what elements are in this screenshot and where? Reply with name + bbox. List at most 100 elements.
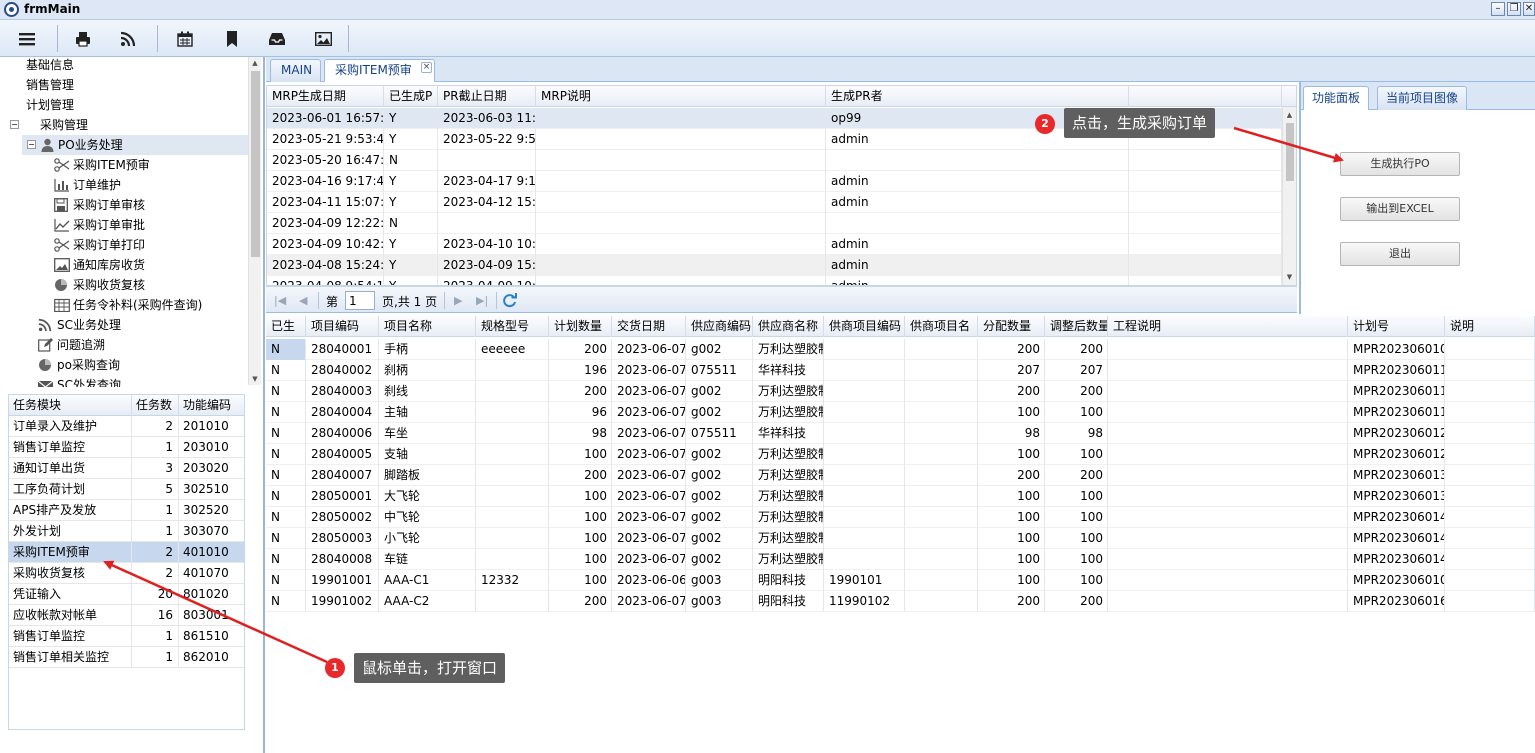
collapse-icon[interactable]: −	[10, 120, 19, 129]
tree-item-po-review[interactable]: 采购订单审核	[54, 195, 248, 215]
task-row[interactable]: 销售订单相关监控 1 862010	[9, 647, 244, 668]
tree-item-material-query[interactable]: 任务令补料(采购件查询)	[54, 295, 248, 315]
item-row[interactable]: N28040001手柄eeeeee2002023-06-07g002万利达塑胶制…	[266, 339, 1535, 360]
mrp-header-cell[interactable]: 已生成P	[384, 86, 438, 107]
tree-item-planning[interactable]: 计划管理	[4, 95, 248, 115]
item-row[interactable]: N28040005支轴1002023-06-07g002万利达塑胶制品10010…	[266, 444, 1535, 465]
page-number-input[interactable]	[345, 291, 375, 310]
mrp-row[interactable]: 2023-04-11 15:07:2 Y 2023-04-12 15:0 admin	[267, 192, 1282, 213]
tab-main[interactable]: MAIN	[270, 59, 321, 82]
item-header-cell[interactable]: 计划号	[1348, 316, 1445, 337]
task-row[interactable]: APS排产及发放 1 302520	[9, 500, 244, 521]
scroll-up-icon[interactable]: ▲	[249, 57, 261, 69]
printer-icon[interactable]	[73, 29, 93, 49]
task-row[interactable]: 采购收货复核 2 401070	[9, 563, 244, 584]
item-row[interactable]: N 28040002 刹柄 196 2023-06-07 075511 华祥科技 207 207…	[266, 360, 1535, 381]
minimize-icon[interactable]: –	[1491, 2, 1505, 16]
tree-item-sc-outsource-query[interactable]: SC外发查询	[37, 375, 248, 387]
item-row[interactable]: N28050003小飞轮1002023-06-07g002万利达塑胶制品1001…	[266, 528, 1535, 549]
task-row[interactable]: 凭证输入 20 801020	[9, 584, 244, 605]
mrp-row[interactable]: 2023-04-16 9:17:46 Y 2023-04-17 9:18 admin	[267, 171, 1282, 192]
task-row[interactable]: 通知订单出货 3 203020	[9, 458, 244, 479]
item-row[interactable]: N28050001大飞轮1002023-06-07g002万利达塑胶制品1001…	[266, 486, 1535, 507]
tree-item-receipt-recheck[interactable]: 采购收货复核	[54, 275, 248, 295]
mrp-scrollbar[interactable]: ▲ ▼	[1282, 107, 1296, 285]
tree-item-po-print[interactable]: 采购订单打印	[54, 235, 248, 255]
item-row[interactable]: N 28040006 车坐 98 2023-06-07 075511 华祥科技 98 98 MPR…	[266, 423, 1535, 444]
image-icon[interactable]	[313, 29, 333, 49]
tree-item-notify-warehouse[interactable]: 通知库房收货	[54, 255, 248, 275]
task-row[interactable]: 订单录入及维护 2 201010	[9, 416, 244, 437]
tree-item-sales[interactable]: 销售管理	[4, 75, 248, 95]
export-excel-button[interactable]: 输出到EXCEL	[1340, 197, 1460, 221]
calendar-icon[interactable]	[175, 29, 195, 49]
tree-item-item-prereview[interactable]: 采购ITEM预审	[54, 155, 248, 175]
tree-item-trace[interactable]: 问题追溯	[38, 335, 248, 355]
item-header-cell[interactable]: 已生	[266, 316, 306, 337]
item-row[interactable]: N28040003刹线2002023-06-07g002万利达塑胶制品20020…	[266, 381, 1535, 402]
first-page-icon[interactable]: |◀	[274, 294, 286, 307]
header-task-count[interactable]: 任务数	[132, 395, 179, 416]
menu-icon[interactable]	[17, 29, 37, 49]
item-row[interactable]: N28040007脚踏板2002023-06-07g002万利达塑胶制品2002…	[266, 465, 1535, 486]
mrp-header-cell[interactable]: PR截止日期	[438, 86, 536, 107]
mrp-row[interactable]: 2023-04-09 12:22:5 N	[267, 213, 1282, 234]
task-row[interactable]: 销售订单监控 1 203010	[9, 437, 244, 458]
tree-item-purchasing[interactable]: − 采购管理	[4, 115, 248, 135]
mrp-header-cell[interactable]: 生成PR者	[826, 86, 1129, 107]
tree-item-po-approve[interactable]: 采购订单审批	[54, 215, 248, 235]
generate-po-button[interactable]: 生成执行PO	[1340, 152, 1460, 176]
mrp-row[interactable]: 2023-04-08 15:24:5 Y 2023-04-09 15:2 admin	[267, 255, 1282, 276]
scroll-up-icon[interactable]: ▲	[1283, 109, 1296, 121]
tab-item-prereview[interactable]: 采购ITEM预审 ×	[324, 59, 435, 83]
item-row[interactable]: N28040008车链1002023-06-07g002万利达塑胶制品10010…	[266, 549, 1535, 570]
tab-current-item-image[interactable]: 当前项目图像	[1377, 86, 1468, 110]
exit-button[interactable]: 退出	[1340, 242, 1460, 266]
item-row[interactable]: N28050002中飞轮1002023-06-07g002万利达塑胶制品1001…	[266, 507, 1535, 528]
tree-item-po-processing[interactable]: − PO业务处理	[22, 135, 248, 155]
tree-item-po-query[interactable]: po采购查询	[38, 355, 248, 375]
tab-close-icon[interactable]: ×	[421, 62, 432, 73]
next-page-icon[interactable]: ▶	[454, 294, 462, 307]
task-row[interactable]: 应收帐款对帐单 16 803001	[9, 605, 244, 626]
item-header-cell[interactable]: 工程说明	[1108, 316, 1348, 337]
item-header-cell[interactable]: 供应商编码	[686, 316, 753, 337]
task-row[interactable]: 销售订单监控 1 861510	[9, 626, 244, 647]
mrp-header-cell[interactable]: MRP说明	[536, 86, 826, 107]
tree-item-sc-processing[interactable]: SC业务处理	[38, 315, 248, 335]
item-header-cell[interactable]: 供应商名称	[753, 316, 824, 337]
item-row[interactable]: N28040004主轴 962023-06-07g002万利达塑胶制品 100100…	[266, 402, 1535, 423]
item-header-cell[interactable]: 交货日期	[612, 316, 686, 337]
item-row[interactable]: N 19901002 AAA-C2 200 2023-06-07 g003 明阳科技 1199…	[266, 591, 1535, 612]
header-function-code[interactable]: 功能编码	[179, 395, 244, 416]
header-task-module[interactable]: 任务模块	[9, 395, 132, 416]
mrp-header-cell[interactable]: MRP生成日期	[267, 86, 384, 107]
mrp-row[interactable]: 2023-04-08 9:54:1 Y 2023-04-09 10:1 admin	[267, 276, 1282, 285]
item-header-cell[interactable]: 说明	[1445, 316, 1535, 337]
mrp-header-cell[interactable]	[1129, 86, 1282, 107]
item-header-cell[interactable]: 项目名称	[379, 316, 476, 337]
prev-page-icon[interactable]: ◀	[299, 294, 307, 307]
mrp-row[interactable]: 2023-05-20 16:47:4 N	[267, 150, 1282, 171]
tree-item-order-maintain[interactable]: 订单维护	[54, 175, 248, 195]
inbox-icon[interactable]	[267, 29, 287, 49]
task-row[interactable]: 采购ITEM预审 2 401010	[9, 542, 244, 563]
item-header-cell[interactable]: 供商项目名	[905, 316, 978, 337]
mrp-row[interactable]: 2023-04-09 10:42:2 Y 2023-04-10 10:4 admin	[267, 234, 1282, 255]
task-row[interactable]: 工序负荷计划 5 302510	[9, 479, 244, 500]
task-row[interactable]: 外发计划 1 303070	[9, 521, 244, 542]
rss-icon[interactable]	[118, 29, 138, 49]
item-header-cell[interactable]: 项目编码	[306, 316, 379, 337]
tree-scrollbar[interactable]: ▲ ▼	[248, 57, 261, 385]
item-header-cell[interactable]: 供商项目编码	[824, 316, 905, 337]
item-header-cell[interactable]: 调整后数量	[1045, 316, 1108, 337]
bookmark-icon[interactable]	[222, 29, 242, 49]
close-icon[interactable]: ✕	[1523, 2, 1535, 16]
restore-icon[interactable]: ❐	[1507, 2, 1521, 16]
item-header-cell[interactable]: 规格型号	[476, 316, 549, 337]
last-page-icon[interactable]: ▶|	[476, 294, 488, 307]
scroll-down-icon[interactable]: ▼	[1283, 271, 1296, 283]
tab-function-panel[interactable]: 功能面板	[1303, 86, 1370, 110]
item-header-cell[interactable]: 计划数量	[549, 316, 612, 337]
tree-item-basic-info[interactable]: 基础信息	[4, 57, 248, 75]
